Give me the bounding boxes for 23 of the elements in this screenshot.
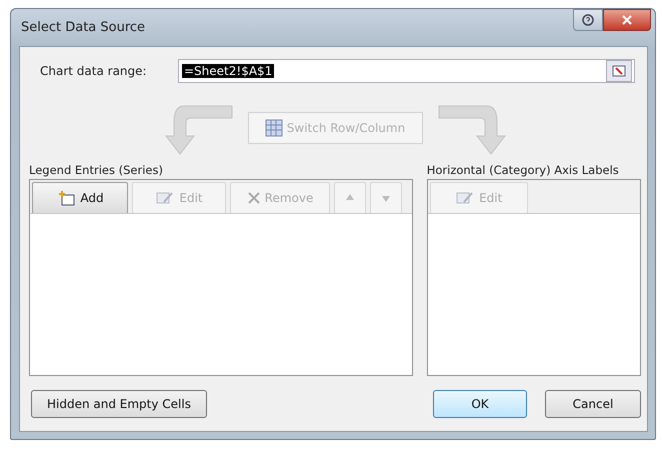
move-up-icon [345, 193, 355, 203]
cancel-button[interactable]: Cancel [545, 390, 641, 418]
remove-icon [246, 191, 261, 205]
help-button[interactable] [573, 9, 603, 31]
help-icon [582, 14, 594, 26]
edit-icon [155, 190, 176, 206]
range-value: =Sheet2!$A$1 [182, 64, 274, 78]
edit-icon [455, 190, 476, 206]
move-down-icon [381, 193, 391, 203]
close-icon [622, 15, 632, 25]
section-title: Legend Entries (Series) [29, 163, 164, 177]
section-title: Horizontal (Category) Axis Labels [426, 163, 620, 177]
field-label: Chart data range: [40, 64, 148, 78]
collapse-button[interactable] [606, 60, 632, 82]
hidden-empty-cells-button[interactable]: Hidden and Empty Cells [31, 390, 207, 418]
range-select-icon [612, 65, 626, 77]
window-title: Select Data Source [21, 20, 146, 35]
table-icon [264, 119, 283, 137]
add-series-icon [56, 190, 76, 206]
add-button[interactable]: Add [32, 182, 128, 213]
range-field[interactable]: =Sheet2!$A$1 [178, 59, 635, 83]
close-button[interactable] [603, 9, 651, 31]
ok-button[interactable]: OK [433, 390, 527, 418]
